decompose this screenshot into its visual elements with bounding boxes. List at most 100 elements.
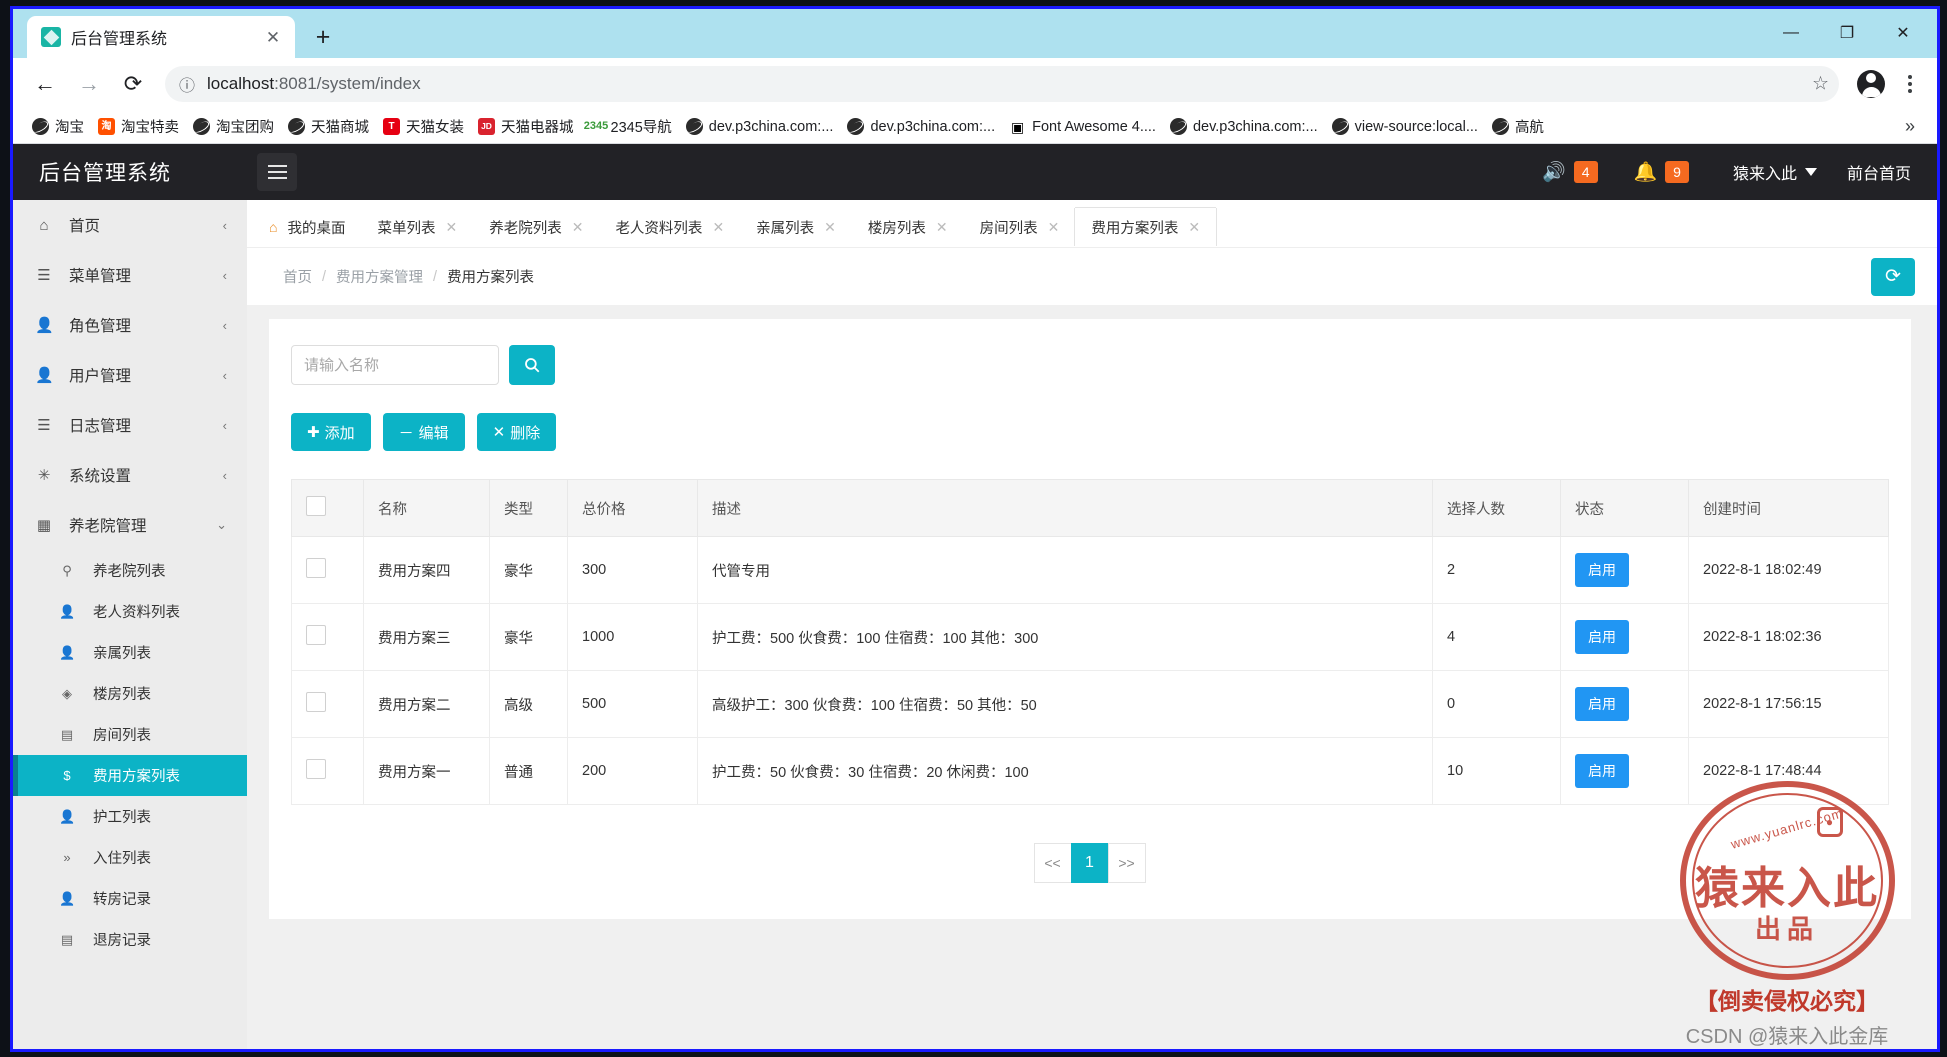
sidebar-toggle-button[interactable] [257, 153, 297, 191]
select-all-checkbox[interactable] [306, 496, 326, 516]
sidebar-subitem-label: 入住列表 [93, 851, 151, 867]
row-checkbox[interactable] [306, 759, 326, 779]
sidebar-subitem-elderly-list[interactable]: 👤 老人资料列表 [13, 591, 247, 632]
profile-avatar[interactable] [1857, 70, 1885, 98]
tab-fee-plan-list[interactable]: 费用方案列表 ✕ [1075, 208, 1217, 246]
dollar-icon: $ [63, 768, 71, 783]
bookmark-item[interactable]: 淘淘宝特卖 [91, 113, 186, 140]
close-icon[interactable]: ✕ [824, 219, 836, 236]
bookmark-item[interactable]: view-source:local... [1325, 115, 1485, 138]
refresh-button[interactable]: ⟳ [1871, 257, 1915, 296]
new-tab-button[interactable]: + [305, 19, 341, 55]
table-row[interactable]: 费用方案四 豪华 300 代管专用 2 启用 2022-8-1 18:02:49 [291, 536, 1889, 604]
sidebar-subitem-relatives-list[interactable]: 👤 亲属列表 [13, 632, 247, 673]
bookmark-item[interactable]: 淘宝 [25, 113, 91, 140]
reload-icon[interactable]: ⟳ [113, 64, 153, 104]
cell-description: 代管专用 [697, 536, 1433, 604]
address-bar[interactable]: ⓘ localhost:8081/system/index ☆ [165, 66, 1839, 102]
sidebar-item-user-mgmt[interactable]: 👤 用户管理 ‹ [13, 350, 247, 400]
sidebar-subitem-caregiver-list[interactable]: 👤 护工列表 [13, 796, 247, 837]
pagination-prev[interactable]: << [1033, 843, 1072, 883]
table-row[interactable]: 费用方案二 高级 500 高级护工：300 伙食费：100 住宿费：50 其他：… [291, 670, 1889, 738]
pagination-page-1[interactable]: 1 [1070, 843, 1109, 883]
close-icon[interactable]: ✕ [572, 219, 584, 236]
tab-relatives-list[interactable]: 亲属列表 ✕ [740, 208, 852, 246]
browser-tab[interactable]: 后台管理系统 ✕ [27, 16, 295, 58]
chevron-down-icon: ⌄ [216, 517, 227, 532]
sidebar-subitem-room-transfer-records[interactable]: 👤 转房记录 [13, 878, 247, 919]
user-name: 猿来入此 [1732, 166, 1797, 183]
tab-my-desktop[interactable]: ⌂ 我的桌面 [253, 208, 361, 246]
user-icon: 👤 [59, 890, 76, 906]
forward-icon[interactable]: → [69, 64, 109, 104]
bookmark-item[interactable]: dev.p3china.com:... [679, 115, 841, 138]
bookmark-item[interactable]: 天猫商城 [281, 113, 376, 140]
sidebar: ⌂ 首页 ‹ ☰ 菜单管理 ‹ 👤 角色管理 ‹ 👤 用户管理 ‹ ☰ 日志管理… [13, 200, 247, 1049]
bookmark-item[interactable]: dev.p3china.com:... [1163, 115, 1325, 138]
sidebar-subitem-checkin-list[interactable]: » 入住列表 [13, 837, 247, 878]
sidebar-item-log-mgmt[interactable]: ☰ 日志管理 ‹ [13, 400, 247, 450]
back-icon[interactable]: ← [25, 64, 65, 104]
table-row[interactable]: 费用方案一 普通 200 护工费：50 伙食费：30 住宿费：20 休闲费：10… [291, 737, 1889, 805]
browser-menu-icon[interactable] [1895, 66, 1925, 102]
user-menu[interactable]: 猿来入此 [1707, 160, 1833, 184]
close-icon[interactable]: ✕ [1188, 219, 1200, 236]
sidebar-subitem-fee-plan-list[interactable]: $ 费用方案列表 [13, 755, 247, 796]
table-row[interactable]: 费用方案三 豪华 1000 护工费：500 伙食费：100 住宿费：100 其他… [291, 603, 1889, 671]
close-icon[interactable]: ✕ [445, 219, 457, 236]
sidebar-subitem-nursing-home-list[interactable]: ⚲ 养老院列表 [13, 550, 247, 591]
tab-elderly-list[interactable]: 老人资料列表 ✕ [599, 208, 740, 246]
close-icon[interactable]: ✕ [1048, 219, 1060, 236]
sidebar-item-home[interactable]: ⌂ 首页 ‹ [13, 200, 247, 250]
status-badge[interactable]: 启用 [1575, 553, 1629, 587]
sidebar-subitem-label: 转房记录 [93, 892, 151, 908]
bookmark-item[interactable]: 2345 2345导航 [581, 113, 679, 140]
status-badge[interactable]: 启用 [1575, 687, 1629, 721]
sound-notifications[interactable]: 🔊 4 [1524, 160, 1615, 184]
sidebar-item-nursing-home-mgmt[interactable]: ▦ 养老院管理 ⌄ [13, 500, 247, 550]
add-button[interactable]: ✚ 添加 [291, 413, 371, 451]
bookmark-item[interactable]: ▣ Font Awesome 4.... [1002, 115, 1163, 138]
sidebar-subitem-checkout-records[interactable]: ▤ 退房记录 [13, 919, 247, 960]
close-icon[interactable]: ✕ [712, 219, 724, 236]
sidebar-item-menu-mgmt[interactable]: ☰ 菜单管理 ‹ [13, 250, 247, 300]
close-icon[interactable]: ✕ [936, 219, 948, 236]
close-icon[interactable]: ✕ [261, 25, 285, 49]
maximize-icon[interactable]: ❐ [1819, 15, 1875, 51]
bookmark-item[interactable]: JD 天猫电器城 [471, 113, 581, 140]
search-button[interactable] [509, 345, 555, 385]
bookmark-item[interactable]: 淘宝团购 [186, 113, 281, 140]
bookmark-item[interactable]: T 天猫女装 [376, 113, 471, 140]
bookmark-item[interactable]: dev.p3china.com:... [840, 115, 1002, 138]
home-icon: ⌂ [269, 219, 278, 235]
sidebar-item-system-settings[interactable]: ✳ 系统设置 ‹ [13, 450, 247, 500]
content-tab-bar: ⌂ 我的桌面 菜单列表 ✕ 养老院列表 ✕ 老人资料列表 ✕ 亲属列表 ✕ 楼房… [247, 200, 1937, 247]
sidebar-item-role-mgmt[interactable]: 👤 角色管理 ‹ [13, 300, 247, 350]
status-badge[interactable]: 启用 [1575, 620, 1629, 654]
edit-button[interactable]: － 编辑 [382, 413, 465, 451]
row-checkbox[interactable] [306, 558, 326, 578]
pagination-next[interactable]: >> [1107, 843, 1146, 883]
globe-icon [1169, 118, 1187, 135]
bell-notifications[interactable]: 🔔 9 [1616, 160, 1707, 184]
tab-nursing-home-list[interactable]: 养老院列表 ✕ [473, 208, 599, 246]
row-checkbox[interactable] [306, 692, 326, 712]
search-input[interactable] [291, 345, 499, 385]
sidebar-subitem-building-list[interactable]: ◈ 楼房列表 [13, 673, 247, 714]
status-badge[interactable]: 启用 [1575, 754, 1629, 788]
tab-building-list[interactable]: 楼房列表 ✕ [852, 208, 964, 246]
sidebar-subitem-room-list[interactable]: ▤ 房间列表 [13, 714, 247, 755]
front-page-link[interactable]: 前台首页 [1833, 160, 1911, 184]
bookmark-star-icon[interactable]: ☆ [1812, 73, 1829, 96]
site-info-icon[interactable]: ⓘ [179, 72, 195, 96]
tab-room-list[interactable]: 房间列表 ✕ [964, 208, 1076, 246]
breadcrumb-item-fee-mgmt[interactable]: 费用方案管理 [336, 266, 423, 287]
tab-menu-list[interactable]: 菜单列表 ✕ [361, 208, 473, 246]
breadcrumb-item-home[interactable]: 首页 [283, 266, 312, 287]
row-checkbox[interactable] [306, 625, 326, 645]
close-window-icon[interactable]: ✕ [1875, 15, 1931, 51]
delete-button[interactable]: ✕ 删除 [476, 413, 557, 451]
bookmarks-overflow-icon[interactable]: » [1895, 114, 1925, 139]
bookmark-item[interactable]: 高航 [1485, 113, 1551, 140]
minimize-icon[interactable]: — [1763, 15, 1819, 51]
